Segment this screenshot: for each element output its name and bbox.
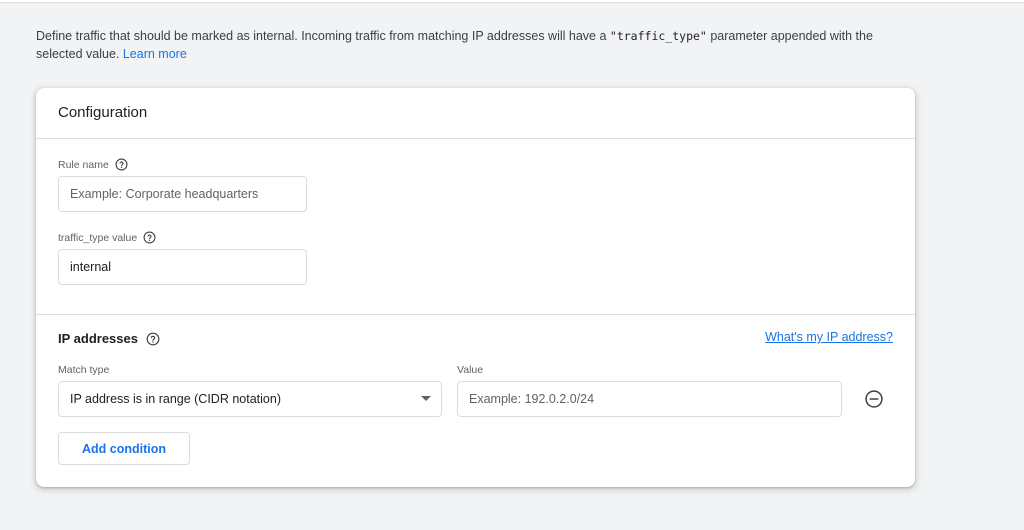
ip-addresses-title-text: IP addresses <box>58 331 138 346</box>
section-divider <box>36 314 915 315</box>
card-title: Configuration <box>58 104 148 121</box>
match-type-selected: IP address is in range (CIDR notation) <box>70 392 281 406</box>
ip-addresses-title: IP addresses <box>58 331 160 346</box>
learn-more-link[interactable]: Learn more <box>123 47 187 61</box>
rule-name-label: Rule name <box>58 158 128 171</box>
help-icon[interactable] <box>143 231 156 244</box>
intro-code: "traffic_type" <box>609 29 707 43</box>
value-label: Value <box>457 364 483 376</box>
configuration-card: Configuration Rule name traffic_type val… <box>36 88 915 487</box>
traffic-type-label: traffic_type value <box>58 231 156 244</box>
help-icon[interactable] <box>115 158 128 171</box>
value-label-text: Value <box>457 364 484 376</box>
match-type-label: Match type <box>58 364 109 376</box>
rule-name-input[interactable] <box>58 176 307 212</box>
help-icon[interactable] <box>146 332 160 346</box>
rule-name-label-text: Rule name <box>58 158 109 171</box>
remove-circle-icon <box>865 390 883 408</box>
intro-text-before: Define traffic that should be marked as … <box>36 29 610 43</box>
header-divider <box>36 138 915 139</box>
whats-my-ip-link[interactable]: What's my IP address? <box>765 330 893 344</box>
traffic-type-label-text: traffic_type value <box>58 231 138 244</box>
traffic-type-input[interactable] <box>58 249 307 285</box>
top-edge <box>0 0 1024 3</box>
remove-condition-button[interactable] <box>862 387 886 411</box>
add-condition-button[interactable]: Add condition <box>58 432 190 465</box>
match-type-label-text: Match type <box>58 364 110 376</box>
match-type-select[interactable]: IP address is in range (CIDR notation) <box>58 381 442 417</box>
chevron-down-icon <box>421 396 431 401</box>
intro-text: Define traffic that should be marked as … <box>36 27 916 63</box>
ip-value-input[interactable] <box>457 381 842 417</box>
